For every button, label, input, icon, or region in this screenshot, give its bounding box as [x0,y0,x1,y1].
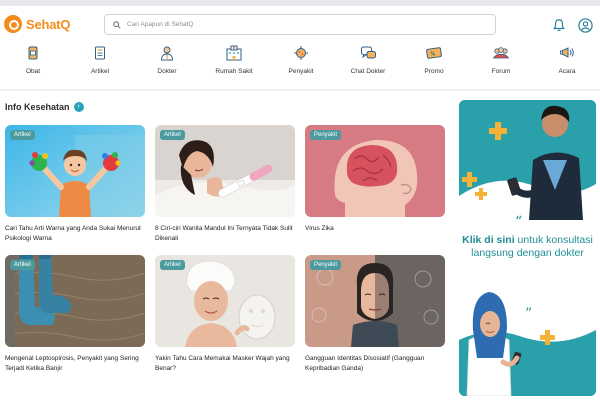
card-image-flood-boots[interactable]: Artikel [5,255,145,347]
article-card[interactable]: Artikel Yakin Tahu Cara Memakai Masker W… [155,255,295,374]
logo-text: SehatQ [26,16,71,32]
bell-icon[interactable] [551,17,567,33]
article-card[interactable]: Artikel 8 Ciri-ciri Wanita Mandul Ini Te… [155,125,295,244]
section-title: Info Kesehatan [5,102,70,112]
search-input[interactable] [127,21,487,28]
nav-item-promo[interactable]: % Promo [404,44,464,84]
chat-doctor-banner[interactable]: “ ” Klik di sini untuk konsultasi langsu… [459,100,596,396]
nav-label: Obat [25,68,41,75]
nav-divider [0,89,600,91]
megaphone-icon [558,44,576,62]
nav-item-forum[interactable]: Forum [471,44,531,84]
card-title[interactable]: Yakin Tahu Cara Memakai Masker Wajah yan… [155,354,295,374]
category-badge: Artikel [160,130,185,140]
article-icon [91,44,109,62]
category-badge: Penyakit [310,260,342,270]
article-card[interactable]: Penyakit Gangguan Identitas Disosiatif (… [305,255,445,374]
card-title[interactable]: 8 Ciri-ciri Wanita Mandul Ini Ternyata T… [155,224,295,244]
card-image-face-mask-woman[interactable]: Artikel [155,255,295,347]
search-icon [113,20,121,29]
medicine-icon [24,44,42,62]
category-badge: Penyakit [310,130,342,140]
virus-icon [292,44,310,62]
banner-text[interactable]: Klik di sini untuk konsultasi langsung d… [459,234,596,260]
forum-icon [492,44,510,62]
nav-item-rumah-sakit[interactable]: Rumah Sakit [204,44,264,84]
logo-mark-icon [4,15,22,33]
nav-item-chat-dokter[interactable]: Chat Dokter [338,44,398,84]
card-title[interactable]: Virus Zika [305,224,445,234]
doctor-icon [158,44,176,62]
arrow-right-icon[interactable]: › [73,102,84,112]
article-card[interactable]: Artikel Cari Tahu Arti Warna yang Anda S… [5,125,145,244]
nav-label: Forum [491,68,511,75]
search-box[interactable] [104,14,496,35]
nav-label: Dokter [157,68,177,75]
category-badge: Artikel [10,260,35,270]
card-title[interactable]: Cari Tahu Arti Warna yang Anda Sukai Men… [5,224,145,244]
card-image-pregnancy-test[interactable]: Artikel [155,125,295,217]
svg-text:“: “ [515,214,522,230]
card-image-microcephaly-illustration[interactable]: Penyakit [305,125,445,217]
nav-label: Acara [558,68,576,75]
nav-label: Chat Dokter [350,68,386,75]
promo-icon: % [425,44,443,62]
card-title[interactable]: Mengenal Leptospirosis, Penyakit yang Se… [5,354,145,374]
hospital-icon [225,44,243,62]
banner-cta[interactable]: Klik di sini [462,234,515,246]
nav-label: Penyakit [288,68,314,75]
nav-item-obat[interactable]: Obat [3,44,63,84]
card-image-girl-painted-hands[interactable]: Artikel [5,125,145,217]
svg-text:”: ” [525,306,532,322]
svg-text:%: % [430,52,435,58]
card-image-split-face-illustration[interactable]: Penyakit [305,255,445,347]
card-title[interactable]: Gangguan Identitas Disosiatif (Gangguan … [305,354,445,374]
user-icon[interactable] [577,17,593,33]
section-header[interactable]: Info Kesehatan › [5,102,84,112]
sehatq-logo[interactable]: SehatQ [4,15,71,33]
nav-item-artikel[interactable]: Artikel [70,44,130,84]
chat-icon [359,44,377,62]
nav-item-penyakit[interactable]: Penyakit [271,44,331,84]
article-card[interactable]: Penyakit Virus Zika [305,125,445,234]
category-badge: Artikel [160,260,185,270]
nav-label: Rumah Sakit [215,68,253,75]
nav-label: Artikel [90,68,110,75]
header: SehatQ [0,6,600,42]
article-card[interactable]: Artikel Mengenal Leptospirosis, Penyakit… [5,255,145,374]
nav-item-acara[interactable]: Acara [537,44,597,84]
nav-item-dokter[interactable]: Dokter [137,44,197,84]
nav-label: Promo [424,68,444,75]
category-nav: Obat Artikel Dokter Rumah Sakit Penyakit… [0,42,600,86]
category-badge: Artikel [10,130,35,140]
